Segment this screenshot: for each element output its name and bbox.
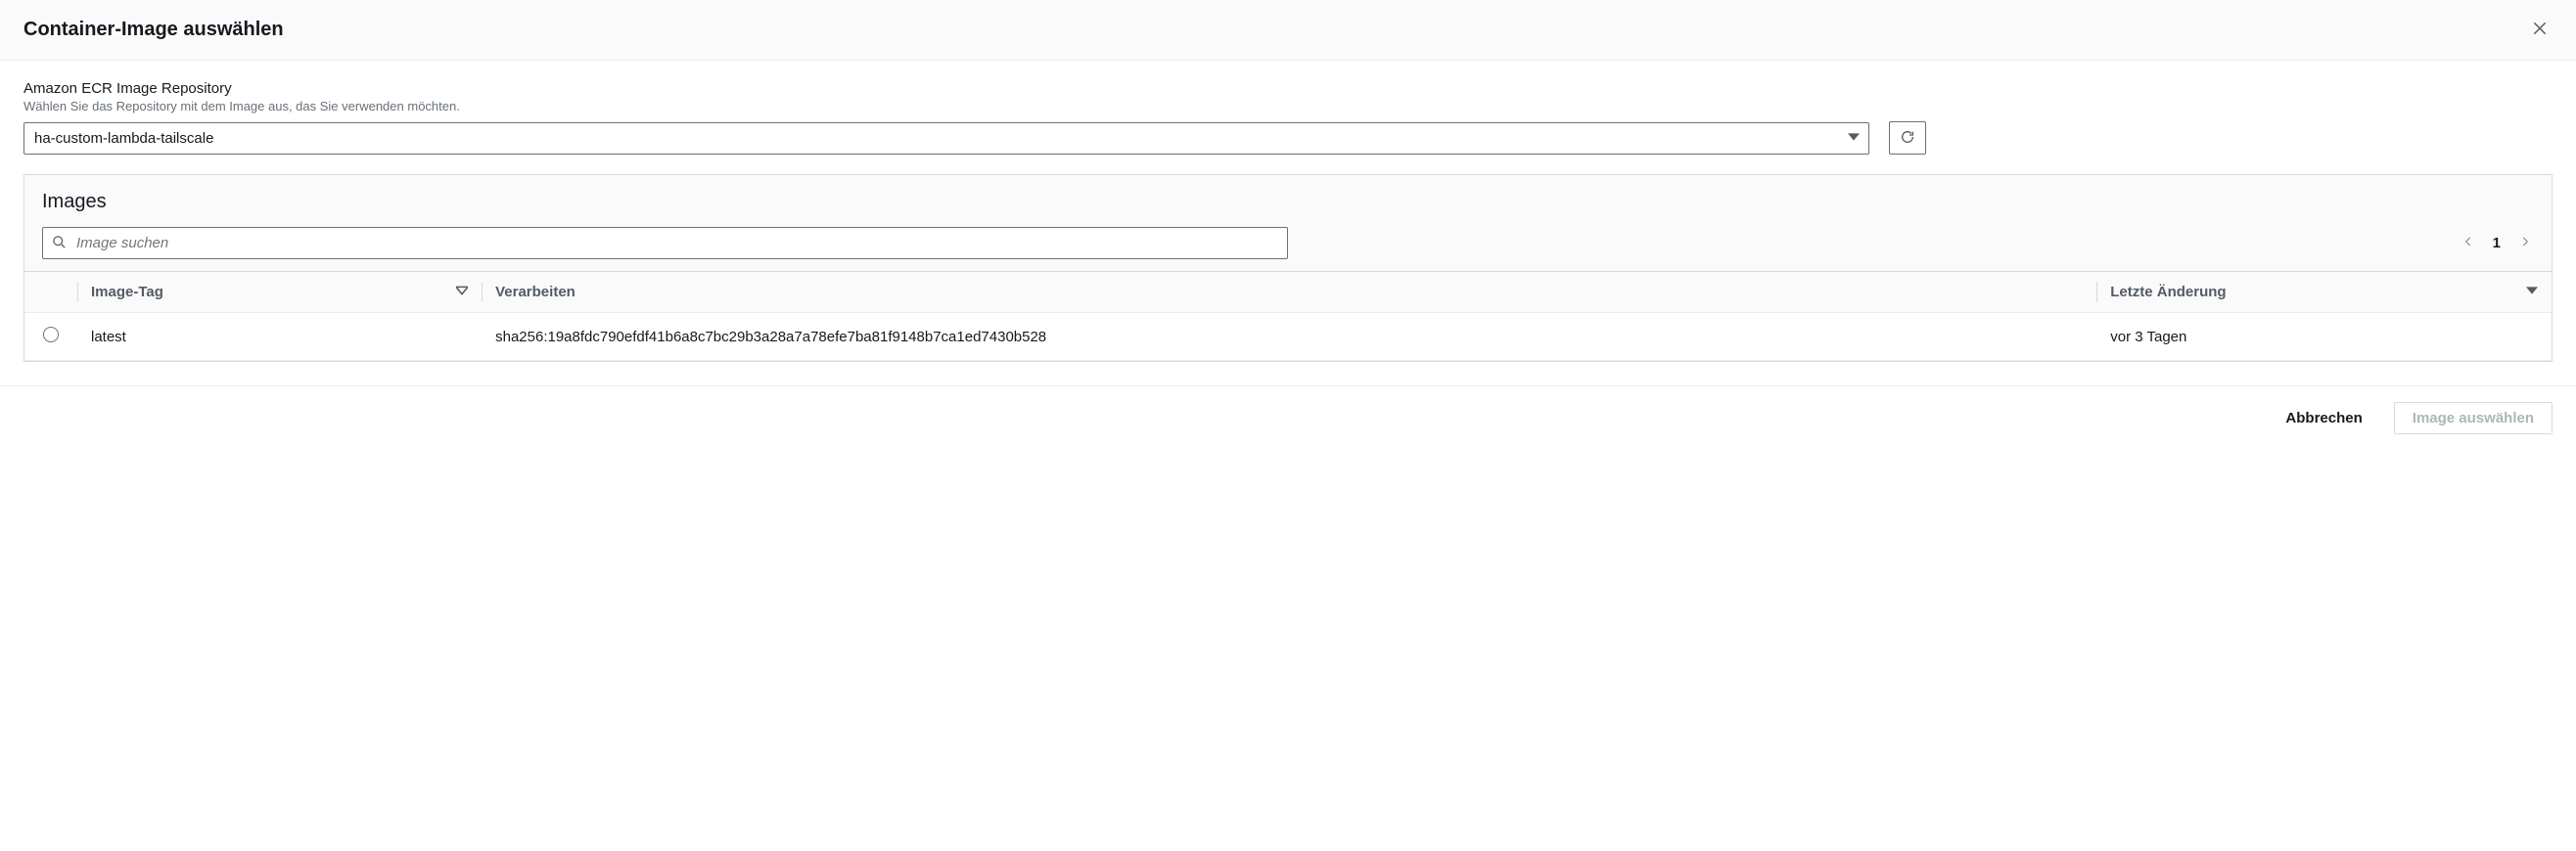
- cell-last-modified: vor 3 Tagen: [2096, 313, 2552, 361]
- cell-image-tag: latest: [77, 313, 482, 361]
- repository-label: Amazon ECR Image Repository: [23, 80, 2553, 97]
- close-button[interactable]: [2527, 16, 2553, 44]
- repository-hint: Wählen Sie das Repository mit dem Image …: [23, 99, 2553, 113]
- page-number: 1: [2493, 235, 2501, 251]
- column-last-modified[interactable]: Letzte Änderung: [2096, 272, 2552, 313]
- search-icon: [52, 235, 67, 252]
- column-image-tag[interactable]: Image-Tag: [77, 272, 482, 313]
- repository-selected-value: ha-custom-lambda-tailscale: [34, 130, 213, 147]
- select-container-image-modal: Container-Image auswählen Amazon ECR Ima…: [0, 0, 2576, 448]
- chevron-right-icon: [2518, 235, 2532, 251]
- images-table-header-row: Image-Tag Verarbeiten: [24, 272, 2552, 313]
- column-image-tag-label: Image-Tag: [91, 284, 163, 300]
- row-radio[interactable]: [43, 327, 59, 342]
- next-page-button[interactable]: [2516, 233, 2534, 253]
- sort-icon: [456, 284, 468, 300]
- refresh-button[interactable]: [1889, 121, 1926, 155]
- modal-footer: Abbrechen Image auswählen: [0, 385, 2576, 448]
- images-panel: Images 1: [23, 174, 2553, 362]
- cancel-button[interactable]: Abbrechen: [2268, 403, 2379, 433]
- column-last-modified-label: Letzte Änderung: [2110, 284, 2226, 300]
- select-image-button[interactable]: Image auswählen: [2394, 402, 2553, 434]
- chevron-left-icon: [2461, 235, 2475, 251]
- modal-body: Amazon ECR Image Repository Wählen Sie d…: [0, 61, 2576, 385]
- refresh-icon: [1900, 129, 1915, 148]
- column-digest[interactable]: Verarbeiten: [482, 272, 2096, 313]
- images-panel-header: Images 1: [24, 175, 2552, 271]
- image-search-input[interactable]: [42, 227, 1288, 259]
- modal-header: Container-Image auswählen: [0, 0, 2576, 61]
- repository-select[interactable]: ha-custom-lambda-tailscale: [23, 122, 1869, 155]
- table-row[interactable]: latest sha256:19a8fdc790efdf41b6a8c7bc29…: [24, 313, 2552, 361]
- column-select: [24, 272, 77, 313]
- repository-field: Amazon ECR Image Repository Wählen Sie d…: [23, 80, 2553, 155]
- close-icon: [2531, 20, 2549, 40]
- images-panel-title: Images: [42, 191, 2534, 213]
- image-search: [42, 227, 1288, 259]
- column-digest-label: Verarbeiten: [495, 284, 575, 300]
- cell-digest: sha256:19a8fdc790efdf41b6a8c7bc29b3a28a7…: [482, 313, 2096, 361]
- prev-page-button[interactable]: [2460, 233, 2477, 253]
- images-table: Image-Tag Verarbeiten: [24, 271, 2552, 361]
- sort-icon: [2526, 284, 2538, 300]
- modal-title: Container-Image auswählen: [23, 19, 284, 41]
- paginator: 1: [2460, 233, 2534, 253]
